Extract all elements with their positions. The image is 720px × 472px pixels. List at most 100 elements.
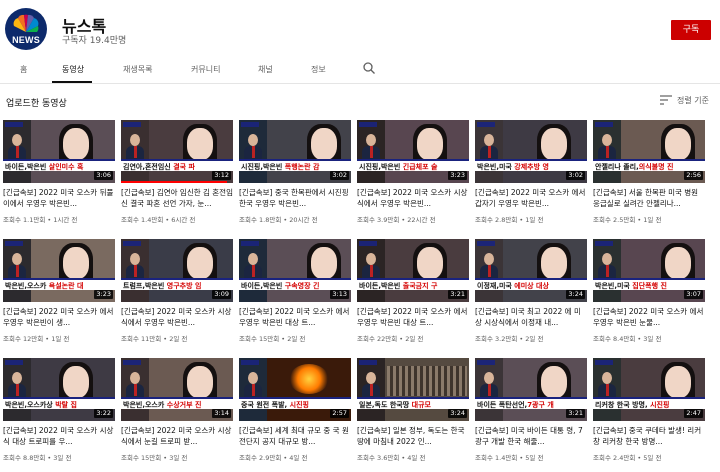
news-badge: [359, 360, 377, 365]
headline-banner: 박은빈,오스카 수상거부 진: [121, 397, 233, 409]
headline-banner: 박은빈,오스카 욕설논란 대: [3, 278, 115, 290]
headline-red: 긴급체포 술: [402, 163, 438, 171]
channel-avatar[interactable]: NEWS: [5, 8, 47, 50]
video-title[interactable]: [긴급속보] 미국 바이든 대통 령, 7광구 개발 한국 해줄...: [475, 425, 587, 447]
headline-white: 김연아,혼전임신: [123, 163, 174, 171]
headline-red: 강제추방 영: [514, 163, 549, 171]
video-title[interactable]: [긴급속보] 2022 미국 오스카 에서 우영우 박은빈이 생...: [3, 306, 115, 328]
video-thumbnail[interactable]: 박은빈,미국 집단폭행 진 3:07: [593, 239, 705, 302]
video-title[interactable]: [긴급속보] 2022 미국 오스카 에서 우영우 박은빈 대상 트...: [357, 306, 469, 328]
news-badge: [595, 122, 613, 127]
channel-header: NEWS 뉴스톡 구독자 19.4만명 구독: [0, 0, 720, 56]
video-thumbnail[interactable]: 박은빈,미국 강제추방 영 3:02: [475, 120, 587, 183]
video-title[interactable]: [긴급속보] 2022 미국 오스카 에서 우영우 박은빈 대상 트...: [239, 306, 351, 328]
headline-text: 트럼프,박은빈 영구추방 임: [123, 281, 201, 291]
video-thumbnail[interactable]: 리커창 한국 방명, 시진핑 2:47: [593, 358, 705, 421]
tab-videos[interactable]: 동영상: [62, 64, 84, 75]
video-meta: 조회수 2.5만회 • 1일 전: [593, 216, 662, 224]
headline-banner: 박은빈,미국 강제추방 영: [475, 159, 587, 171]
video-thumbnail[interactable]: 트럼프,박은빈 영구추방 임 3:09: [121, 239, 233, 302]
video-thumbnail[interactable]: 이정재,미국 에미상 대상 3:24: [475, 239, 587, 302]
video-title[interactable]: [긴급속보] 2022 미국 오스카 시상식에서 눈길 트로피 받...: [121, 425, 233, 447]
video-title[interactable]: [긴급속보] 2022 미국 오스카 뒤풀이에서 우영우 박은빈...: [3, 187, 115, 209]
news-badge: [241, 241, 259, 246]
video-thumbnail[interactable]: 바이든,박은빈 살인미수 혹 3:06: [3, 120, 115, 183]
video-meta: 조회수 15만회 • 2일 전: [239, 335, 306, 343]
video-card[interactable]: 바이든 폭탄선언,7광구 개 3:21 [긴급속보] 미국 바이든 대통 령, 7광…: [475, 358, 587, 472]
headline-red: 에미상 대상: [514, 282, 549, 290]
logo-text: NEWS: [12, 35, 40, 45]
video-thumbnail[interactable]: 김연아,혼전임신 결국 파 3:12: [121, 120, 233, 183]
video-card[interactable]: 중국 원전 폭발, 시진핑 2:57 [긴급속보] 세계 최대 규모 중 국 원전단…: [239, 358, 351, 472]
video-duration: 3:21: [566, 409, 585, 418]
video-thumbnail[interactable]: 시진핑,박은빈 긴급체포 술 3:23: [357, 120, 469, 183]
sort-label: 정렬 기준: [677, 96, 709, 105]
tab-about[interactable]: 정보: [311, 64, 326, 75]
video-thumbnail[interactable]: 안젤리나 졸리,의식불명 진 2:56: [593, 120, 705, 183]
subscribe-button[interactable]: 구독: [671, 20, 711, 40]
video-title[interactable]: [긴급속보] 2022 미국 오스카 시상식에서 우영우 박은빈...: [121, 306, 233, 328]
tab-home[interactable]: 홈: [20, 64, 27, 75]
headline-white: 박은빈,미국: [477, 163, 515, 171]
news-badge: [595, 241, 613, 246]
tab-channels[interactable]: 채널: [258, 64, 273, 75]
headline-text: 시진핑,박은빈 폭행논란 감: [241, 162, 319, 172]
video-title[interactable]: [긴급속보] 2022 미국 오스카 시상식에서 우영우 박은빈...: [357, 187, 469, 209]
video-meta: 조회수 1.1만회 • 1시간 전: [3, 216, 78, 224]
video-duration: 2:47: [684, 409, 703, 418]
video-thumbnail[interactable]: 박은빈,오스카상 박탈 집 3:22: [3, 358, 115, 421]
video-card[interactable]: 일본,독도 한국땅 대규모 3:24 [긴급속보] 일본 정부, 독도는 한국 땅에…: [357, 358, 469, 472]
video-thumbnail[interactable]: 박은빈,오스카 욕설논란 대 3:23: [3, 239, 115, 302]
person-face: [311, 128, 337, 160]
video-thumbnail[interactable]: 시진핑,박은빈 폭행논란 감 3:02: [239, 120, 351, 183]
video-card[interactable]: 박은빈,미국 강제추방 영 3:02 [긴급속보] 2022 미국 오스카 에서 갑…: [475, 120, 587, 236]
video-card[interactable]: 안젤리나 졸리,의식불명 진 2:56 [긴급속보] 서울 한복판 미국 병원 응급…: [593, 120, 705, 236]
video-duration: 3:24: [448, 409, 467, 418]
video-title[interactable]: [긴급속보] 미국 최고 2022 에 미상 시상식에서 이정재 내...: [475, 306, 587, 328]
video-card[interactable]: 트럼프,박은빈 영구추방 임 3:09 [긴급속보] 2022 미국 오스카 시상식…: [121, 239, 233, 355]
channel-tabs: 홈 동영상 재생목록 커뮤니티 채널 정보: [0, 56, 720, 84]
headline-text: 박은빈,오스카상 박탈 집: [5, 400, 77, 410]
video-card[interactable]: 박은빈,오스카 수상거부 진 3:14 [긴급속보] 2022 미국 오스카 시상식…: [121, 358, 233, 472]
video-title[interactable]: [긴급속보] 중국 한복판에서 시진핑 한국 우영우 박은빈...: [239, 187, 351, 209]
headline-banner: 일본,독도 한국땅 대규모: [357, 397, 469, 409]
video-title[interactable]: [긴급속보] 중국 쿠데타 발생! 리커창 리커창 한국 방명...: [593, 425, 705, 447]
headline-text: 박은빈,오스카 욕설논란 대: [5, 281, 83, 291]
video-card[interactable]: 박은빈,오스카 욕설논란 대 3:23 [긴급속보] 2022 미국 오스카 에서 …: [3, 239, 115, 355]
headline-white: 바이든 폭탄선언,: [477, 401, 528, 409]
headline-banner: 이정재,미국 에미상 대상: [475, 278, 587, 290]
video-title[interactable]: [긴급속보] 김연아 임신한 김 혼전임신 결국 파혼 선언 가자, 눈...: [121, 187, 233, 209]
headline-text: 리커창 한국 방명, 시진핑: [595, 400, 669, 410]
video-thumbnail[interactable]: 바이든 폭탄선언,7광구 개 3:21: [475, 358, 587, 421]
video-card[interactable]: 박은빈,미국 집단폭행 진 3:07 [긴급속보] 2022 미국 오스카 에서 우…: [593, 239, 705, 355]
video-thumbnail[interactable]: 바이든,박은빈 구속영장 긴 3:13: [239, 239, 351, 302]
video-card[interactable]: 바이든,박은빈 출국금지 구 3:21 [긴급속보] 2022 미국 오스카 에서 …: [357, 239, 469, 355]
video-thumbnail[interactable]: 박은빈,오스카 수상거부 진 3:14: [121, 358, 233, 421]
search-icon[interactable]: [362, 61, 376, 75]
video-title[interactable]: [긴급속보] 2022 미국 오스카 에서 갑자기 우영우 박은빈...: [475, 187, 587, 209]
video-card[interactable]: 바이든,박은빈 구속영장 긴 3:13 [긴급속보] 2022 미국 오스카 에서 …: [239, 239, 351, 355]
video-duration: 2:57: [330, 409, 349, 418]
news-badge: [123, 241, 141, 246]
video-card[interactable]: 시진핑,박은빈 폭행논란 감 3:02 [긴급속보] 중국 한복판에서 시진핑 한국…: [239, 120, 351, 236]
video-thumbnail[interactable]: 일본,독도 한국땅 대규모 3:24: [357, 358, 469, 421]
video-title[interactable]: [긴급속보] 일본 정부, 독도는 한국 땅에 마침내 2022 인...: [357, 425, 469, 447]
video-card[interactable]: 이정재,미국 에미상 대상 3:24 [긴급속보] 미국 최고 2022 에 미상 …: [475, 239, 587, 355]
video-card[interactable]: 김연아,혼전임신 결국 파 3:12 [긴급속보] 김연아 임신한 김 혼전임신 결…: [121, 120, 233, 236]
video-title[interactable]: [긴급속보] 세계 최대 규모 중 국 원전단지 공지 대규모 방...: [239, 425, 351, 447]
video-card[interactable]: 바이든,박은빈 살인미수 혹 3:06 [긴급속보] 2022 미국 오스카 뒤풀이…: [3, 120, 115, 236]
person-face: [541, 366, 567, 398]
video-thumbnail[interactable]: 바이든,박은빈 출국금지 구 3:21: [357, 239, 469, 302]
video-title[interactable]: [긴급속보] 2022 미국 오스카 에서 우영우 박은빈 눈물...: [593, 306, 705, 328]
video-title[interactable]: [긴급속보] 서울 한복판 미국 병원 응급실로 실려간 안젤리나...: [593, 187, 705, 209]
video-card[interactable]: 리커창 한국 방명, 시진핑 2:47 [긴급속보] 중국 쿠데타 발생! 리커창 …: [593, 358, 705, 472]
headline-white: 안젤리나 졸리,: [595, 163, 639, 171]
video-card[interactable]: 시진핑,박은빈 긴급체포 술 3:23 [긴급속보] 2022 미국 오스카 시상식…: [357, 120, 469, 236]
headline-white: 바이든,박은빈: [5, 163, 49, 171]
video-card[interactable]: 박은빈,오스카상 박탈 집 3:22 [긴급속보] 2022 미국 오스카 시상식 …: [3, 358, 115, 472]
headline-red: 시진핑: [289, 401, 309, 409]
tab-playlists[interactable]: 재생목록: [123, 64, 152, 75]
video-thumbnail[interactable]: 중국 원전 폭발, 시진핑 2:57: [239, 358, 351, 421]
tab-community[interactable]: 커뮤니티: [191, 64, 220, 75]
video-title[interactable]: [긴급속보] 2022 미국 오스카 시상식 대상 트로피를 우...: [3, 425, 115, 447]
